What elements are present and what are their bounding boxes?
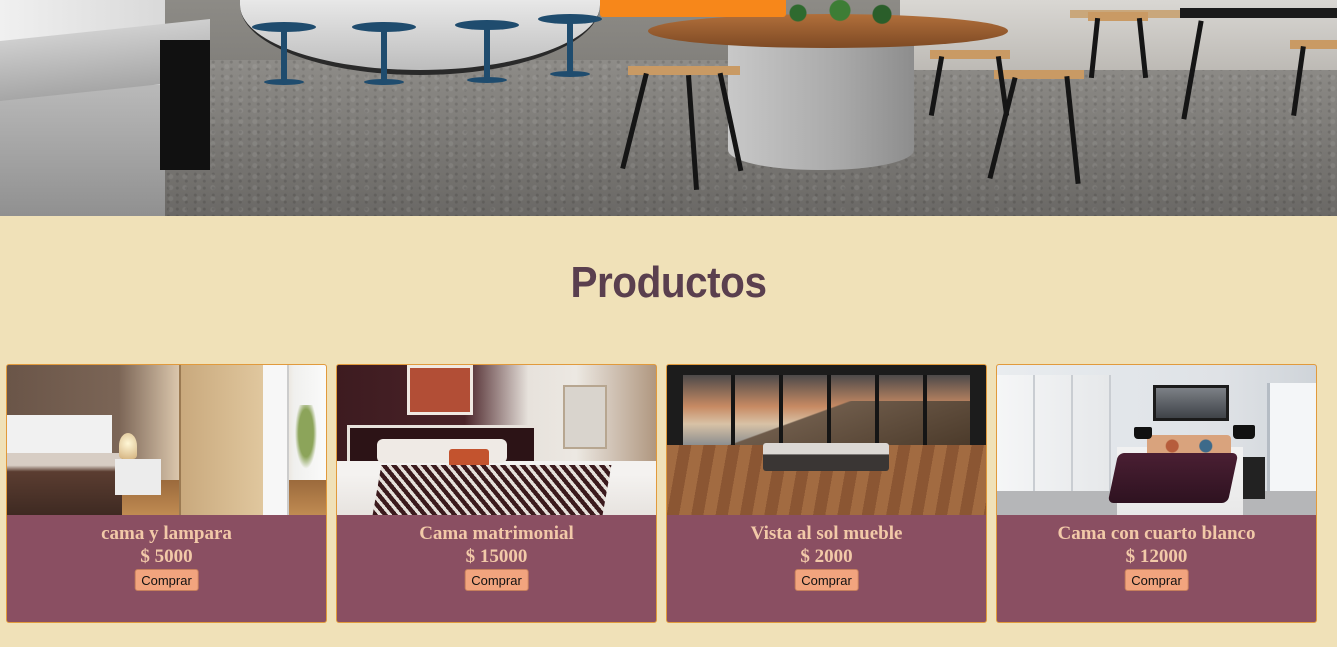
product-price: $ 5000 [140,546,193,567]
buy-button[interactable]: Comprar [464,569,529,591]
product-price: $ 15000 [465,546,528,567]
buy-button[interactable]: Comprar [134,569,199,591]
hero-desk-frame [1180,8,1337,18]
product-price: $ 2000 [800,546,853,567]
buy-button[interactable]: Comprar [794,569,859,591]
product-image [337,365,656,515]
product-image [7,365,326,515]
hero-stool [455,20,519,83]
product-image [997,365,1316,515]
product-name: Cama matrimonial [419,523,574,544]
hero-left-counter [0,85,165,216]
hero-orange-button[interactable] [600,0,786,17]
buy-button[interactable]: Comprar [1124,569,1189,591]
product-price: $ 12000 [1125,546,1188,567]
hero-plants [770,0,910,26]
hero-chair [1290,40,1337,49]
product-image [667,365,986,515]
product-card: Cama matrimonial $ 15000 Comprar [336,364,657,623]
hero-chair [994,70,1084,79]
product-name: Vista al sol mueble [750,523,903,544]
hero-stool [352,22,416,85]
hero-counter-panel [160,40,210,170]
hero-table-base [728,40,914,170]
product-card: cama y lampara $ 5000 Comprar [6,364,327,623]
product-name: cama y lampara [101,523,232,544]
product-card: Vista al sol mueble $ 2000 Comprar [666,364,987,623]
hero-banner-image [0,0,1337,216]
hero-stool [538,14,602,77]
product-name: Cama con cuarto blanco [1057,523,1256,544]
product-card: Cama con cuarto blanco $ 12000 Comprar [996,364,1317,623]
hero-stool [252,22,316,85]
products-heading: Productos [570,258,767,307]
